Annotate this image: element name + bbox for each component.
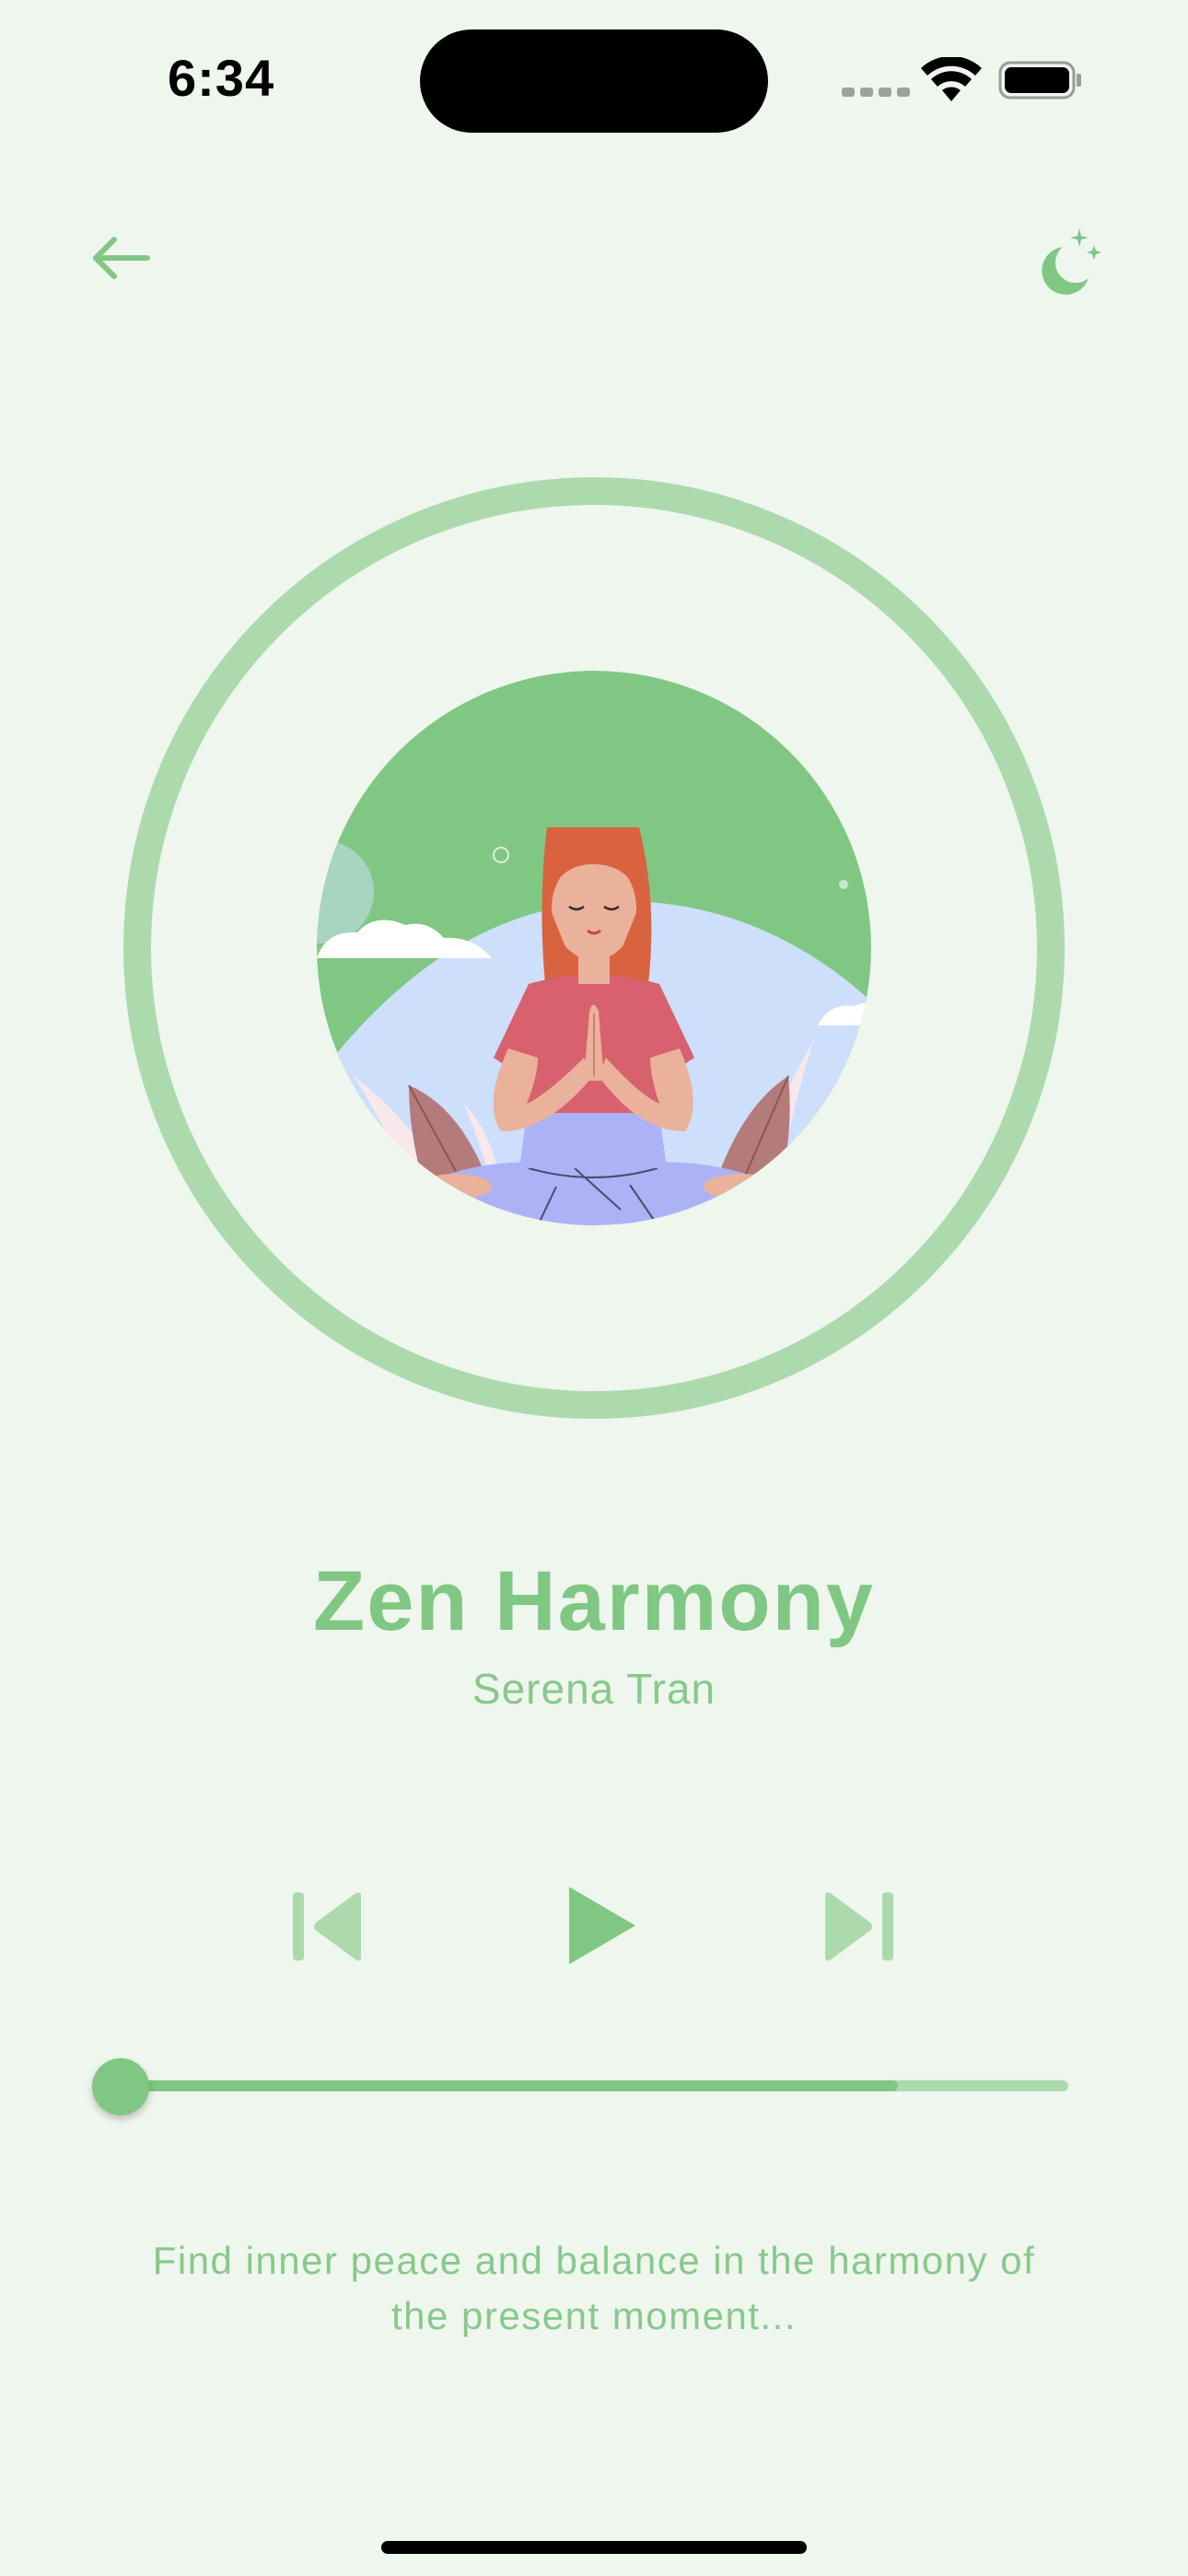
progress-thumb[interactable] (92, 2058, 149, 2115)
battery-icon (998, 61, 1081, 100)
back-button[interactable] (88, 232, 155, 284)
progress-track[interactable] (120, 2080, 1068, 2091)
next-button[interactable] (820, 1889, 899, 1964)
arrow-left-icon (93, 237, 150, 279)
status-time: 6:34 (168, 49, 275, 107)
play-icon (569, 1887, 635, 1964)
cellular-signal-icon (842, 85, 915, 101)
play-button[interactable] (565, 1883, 639, 1968)
theme-toggle-button[interactable] (1031, 225, 1103, 297)
skip-next-icon (825, 1892, 893, 1961)
moon-stars-icon (1042, 228, 1101, 295)
track-artist: Serena Tran (472, 1665, 716, 1713)
buffered-fill (120, 2080, 898, 2091)
dynamic-island (420, 29, 768, 133)
track-title: Zen Harmony (313, 1554, 875, 1648)
previous-button[interactable] (287, 1889, 367, 1964)
skip-previous-icon (293, 1892, 361, 1961)
track-description: Find inner peace and balance in the harm… (152, 2239, 1036, 2337)
home-indicator (381, 2541, 807, 2554)
wifi-icon (921, 57, 982, 101)
meditation-artwork (317, 671, 871, 1225)
